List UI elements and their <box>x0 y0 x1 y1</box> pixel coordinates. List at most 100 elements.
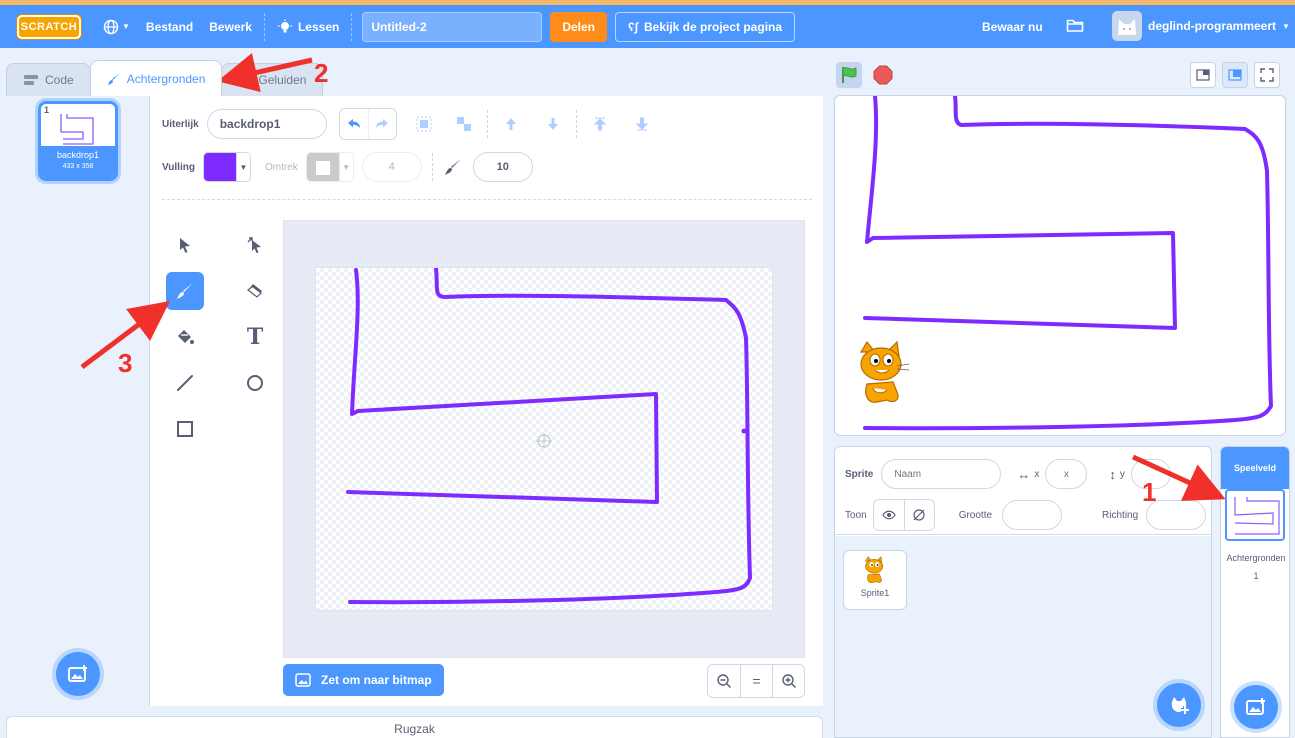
sprite-card-name: Sprite1 <box>860 588 890 598</box>
rectangle-tool[interactable] <box>166 410 204 448</box>
add-image-icon <box>68 665 87 682</box>
tab-code[interactable]: Code <box>6 63 91 96</box>
paint-canvas[interactable] <box>315 266 773 611</box>
undo-redo-group <box>338 108 397 140</box>
scratch-logo[interactable]: SCRATCH <box>17 14 81 39</box>
tab-code-label: Code <box>45 73 74 87</box>
show-sprite-button[interactable] <box>874 500 904 530</box>
choose-backdrop-button-stage[interactable] <box>1234 685 1278 729</box>
tab-backdrops[interactable]: Achtergronden <box>89 60 223 96</box>
hide-sprite-button[interactable] <box>903 500 934 530</box>
zoom-out-button[interactable] <box>708 665 740 697</box>
username: deglind-programmeert <box>1148 19 1277 33</box>
stage[interactable] <box>834 95 1286 436</box>
x-label: x <box>1034 468 1040 480</box>
language-menu[interactable]: ▼ <box>95 5 138 48</box>
back-button[interactable] <box>629 111 655 137</box>
fill-tool[interactable] <box>166 318 204 356</box>
text-tool[interactable]: T <box>236 318 274 356</box>
folder-icon[interactable] <box>1066 17 1084 33</box>
tab-sounds[interactable]: Geluiden <box>221 63 324 96</box>
y-label: y <box>1119 468 1125 480</box>
sprite-name-input[interactable] <box>881 459 1002 489</box>
brush-tool[interactable] <box>166 272 204 310</box>
select-tool[interactable] <box>166 226 204 264</box>
sprite-card[interactable]: Sprite1 <box>843 550 907 610</box>
editor-tabs: Code Achtergronden Geluiden <box>6 60 324 96</box>
stop-button[interactable] <box>870 62 896 88</box>
stage-thumbnail[interactable] <box>1225 489 1285 541</box>
eraser-tool[interactable] <box>236 272 274 310</box>
toolbar-divider <box>431 153 433 181</box>
choose-backdrop-button[interactable] <box>56 652 100 696</box>
backdrop-card[interactable]: 1 backdrop1 433 x 358 <box>38 101 118 181</box>
sprite-info-row-1: Sprite ↔ x ↕ y <box>845 459 1171 489</box>
cursor-icon <box>180 238 190 253</box>
undo-icon <box>347 119 360 128</box>
group-button[interactable] <box>411 111 437 137</box>
tutorials-label: Lessen <box>297 19 340 34</box>
project-title-input[interactable] <box>362 11 543 42</box>
arrow-down-icon <box>547 118 558 130</box>
chevron-down-icon: ▼ <box>1282 21 1290 31</box>
undo-button[interactable] <box>340 109 368 139</box>
tab-sounds-label: Geluiden <box>258 73 307 87</box>
zoom-reset-button[interactable]: = <box>740 665 772 697</box>
backdrop-list: 1 backdrop1 433 x 358 <box>6 96 150 706</box>
see-project-page-button[interactable]: ʕ∫ Bekijk de project pagina <box>615 11 796 42</box>
normal-stage-button[interactable] <box>1222 62 1248 88</box>
backdrop-card-footer: backdrop1 433 x 358 <box>41 146 115 178</box>
line-tool[interactable] <box>166 364 204 402</box>
line-icon <box>177 375 193 391</box>
choose-sprite-button[interactable] <box>1157 683 1201 727</box>
outline-width-input[interactable]: 4 <box>361 152 422 182</box>
group-icon <box>416 116 432 132</box>
paint-bucket-icon <box>178 330 194 344</box>
reshape-tool[interactable] <box>236 226 274 264</box>
ungroup-button[interactable] <box>451 111 477 137</box>
size-input[interactable] <box>1002 500 1063 530</box>
redo-button[interactable] <box>367 109 396 139</box>
menu-divider <box>351 12 353 41</box>
forward-button[interactable] <box>498 111 524 137</box>
zoom-out-icon <box>717 674 731 688</box>
image-icon <box>295 673 311 687</box>
arrow-bottom-icon <box>635 117 648 131</box>
file-menu[interactable]: Bestand <box>138 5 201 48</box>
fill-color-picker[interactable]: ▼ <box>202 152 251 182</box>
green-flag-icon <box>842 67 857 83</box>
backpack[interactable]: Rugzak <box>6 716 823 738</box>
share-button[interactable]: Delen <box>550 11 608 42</box>
avatar <box>1112 11 1142 41</box>
costume-name-input[interactable]: backdrop1 <box>206 109 327 139</box>
rectangle-icon <box>177 421 193 437</box>
stage-target-pane[interactable]: Speelveld Achtergronden 1 <box>1220 446 1290 738</box>
account-menu[interactable]: deglind-programmeert ▼ <box>1112 11 1290 41</box>
fullscreen-button[interactable] <box>1254 62 1280 88</box>
zoom-controls: = <box>707 664 805 698</box>
front-button[interactable] <box>587 111 613 137</box>
project-page-icon: ʕ∫ <box>628 19 638 34</box>
lightbulb-icon <box>277 19 292 32</box>
sprite-list: Sprite1 <box>835 536 1211 737</box>
save-now-button[interactable]: Bewaar nu <box>982 5 1043 48</box>
cat-sprite[interactable] <box>853 340 913 410</box>
circle-tool[interactable] <box>236 364 274 402</box>
brush-size-icon <box>444 159 461 175</box>
x-position-input[interactable] <box>1045 459 1088 489</box>
green-flag-button[interactable] <box>836 62 862 88</box>
horizontal-arrows-icon: ↔ <box>1017 466 1031 482</box>
backward-button[interactable] <box>540 111 566 137</box>
small-stage-button[interactable] <box>1190 62 1216 88</box>
outline-swatch <box>306 153 339 181</box>
tutorials-menu[interactable]: Lessen <box>269 5 347 48</box>
brush-size-input[interactable]: 10 <box>472 152 533 182</box>
outline-color-picker[interactable]: ▼ <box>305 152 354 182</box>
see-project-page-label: Bekijk de project pagina <box>643 19 783 34</box>
toolbar-divider <box>575 110 577 138</box>
outline-label: Omtrek <box>264 161 298 173</box>
edit-menu[interactable]: Bewerk <box>201 5 260 48</box>
size-label: Grootte <box>958 509 993 521</box>
zoom-in-button[interactable] <box>772 665 804 697</box>
convert-to-bitmap-button[interactable]: Zet om naar bitmap <box>283 664 444 696</box>
